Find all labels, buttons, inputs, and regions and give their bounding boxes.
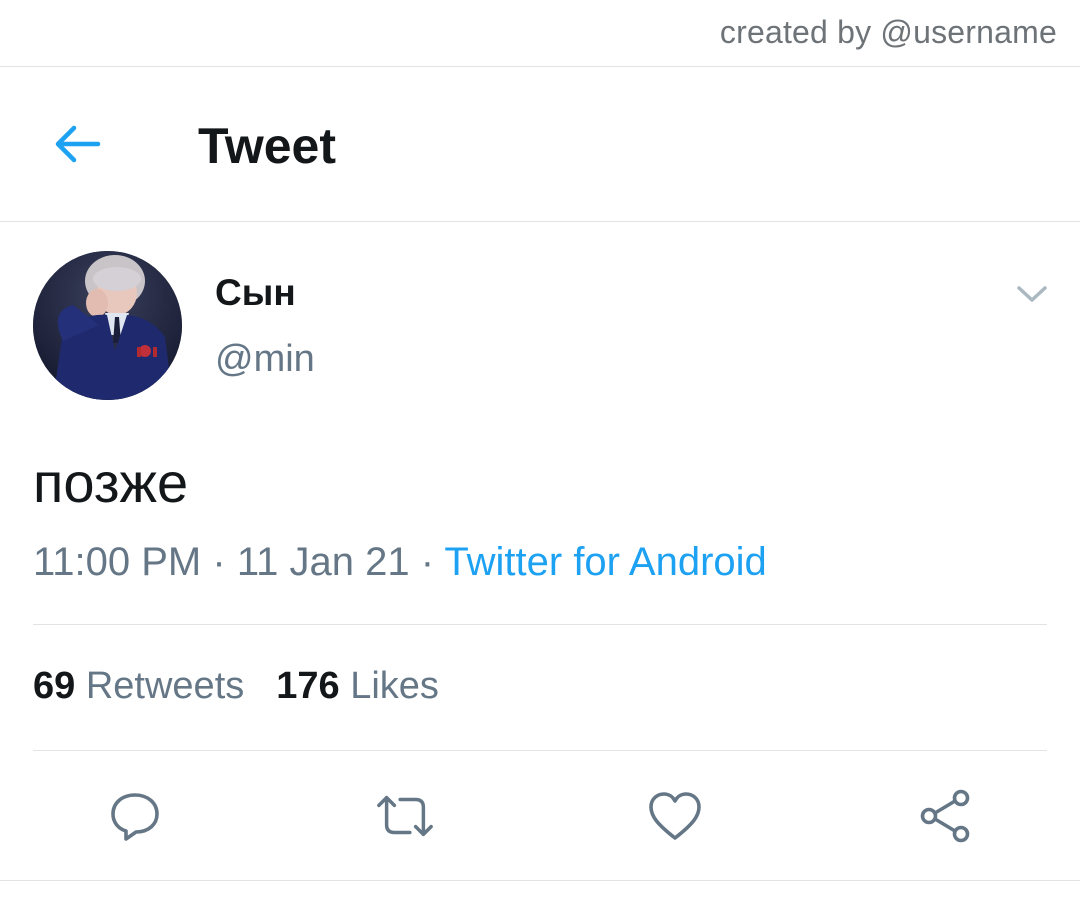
- reply-icon: [111, 793, 159, 841]
- app-header: Tweet: [0, 67, 1080, 222]
- like-button[interactable]: [645, 786, 705, 846]
- retweets-stat[interactable]: 69 Retweets: [33, 665, 244, 707]
- tweet-text: позже: [33, 451, 189, 514]
- page-title: Tweet: [198, 118, 336, 174]
- tweet-stats: 69 Retweets 176 Likes: [33, 665, 439, 708]
- likes-stat[interactable]: 176 Likes: [276, 665, 439, 707]
- tweet-menu-button[interactable]: [1010, 272, 1054, 316]
- avatar[interactable]: [33, 251, 182, 400]
- divider: [0, 880, 1080, 881]
- likes-count: 176: [276, 665, 340, 707]
- avatar-photo: [33, 251, 182, 400]
- likes-label: Likes: [350, 665, 439, 707]
- divider: [33, 624, 1047, 625]
- tweet-detail-screen: created by @username Tweet Сын @min позж…: [0, 0, 1080, 898]
- retweets-count: 69: [33, 665, 76, 707]
- share-icon: [920, 789, 970, 843]
- arrow-left-icon: [55, 125, 101, 163]
- chevron-down-icon: [1017, 286, 1047, 302]
- retweet-button[interactable]: [375, 786, 435, 846]
- divider: [33, 750, 1047, 751]
- reply-button[interactable]: [105, 786, 165, 846]
- credit-text: created by @username: [719, 14, 1057, 50]
- credit-bar: created by @username: [0, 0, 1080, 67]
- author-handle[interactable]: @min: [215, 338, 315, 381]
- heart-icon: [649, 792, 701, 840]
- tweet-meta: 11:00 PM · 11 Jan 21 · Twitter for Andro…: [33, 540, 767, 585]
- retweet-icon: [377, 795, 433, 837]
- tweet-date: 11 Jan 21: [236, 540, 410, 584]
- author-display-name[interactable]: Сын: [215, 272, 296, 314]
- share-button[interactable]: [915, 786, 975, 846]
- retweets-label: Retweets: [85, 665, 245, 707]
- meta-separator: ·: [420, 540, 435, 584]
- tweet-source-link[interactable]: Twitter for Android: [444, 540, 766, 584]
- back-button[interactable]: [44, 111, 110, 177]
- tweet-time: 11:00 PM: [33, 540, 202, 584]
- meta-separator: ·: [212, 540, 226, 584]
